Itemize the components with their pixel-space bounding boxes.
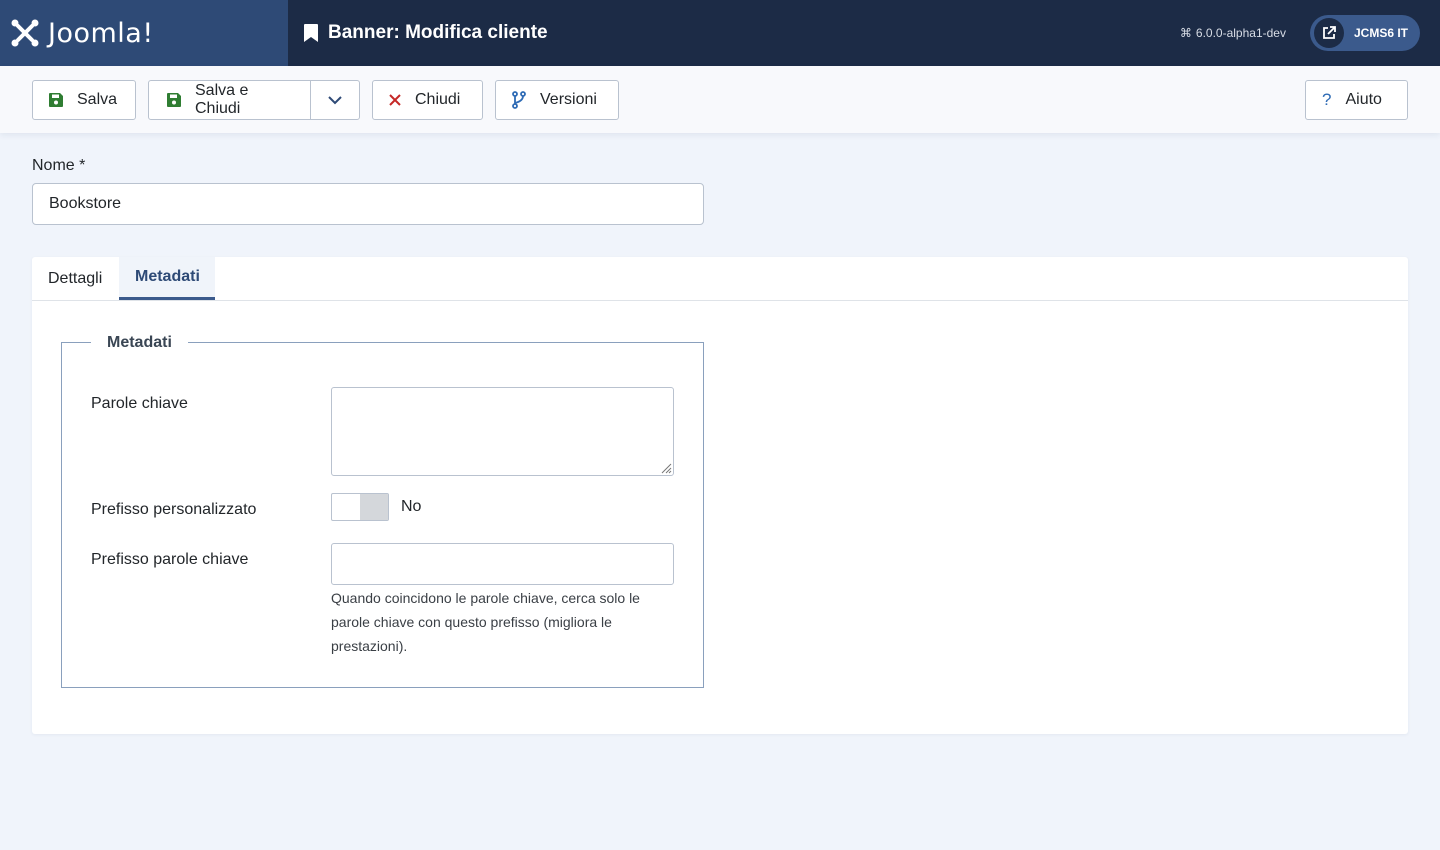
tab-metadata[interactable]: Metadati bbox=[119, 257, 215, 300]
metadata-legend: Metadati bbox=[91, 334, 188, 352]
resize-handle-icon[interactable] bbox=[661, 463, 672, 474]
save-close-group: Salva e Chiudi bbox=[148, 80, 360, 120]
name-label: Nome * bbox=[32, 157, 86, 174]
view-site-button[interactable]: JCMS6 IT bbox=[1309, 15, 1420, 51]
page-title: Banner: Modifica cliente bbox=[304, 22, 548, 44]
keyword-prefix-input[interactable] bbox=[331, 543, 674, 585]
header: Joomla! Banner: Modifica cliente ⌘ 6.0.0… bbox=[0, 0, 1440, 66]
close-icon bbox=[389, 94, 401, 106]
save-button[interactable]: Salva bbox=[32, 80, 136, 120]
save-close-label: Salva e Chiudi bbox=[195, 82, 249, 117]
tab-metadata-label: Metadati bbox=[135, 268, 200, 285]
custom-prefix-label: Prefisso personalizzato bbox=[91, 501, 257, 518]
name-input[interactable]: Bookstore bbox=[32, 183, 704, 225]
version-text: 6.0.0-alpha1-dev bbox=[1195, 26, 1286, 40]
keywords-label: Parole chiave bbox=[91, 395, 188, 412]
close-label: Chiudi bbox=[415, 91, 461, 108]
name-value: Bookstore bbox=[49, 195, 122, 212]
save-icon bbox=[49, 93, 63, 107]
custom-prefix-toggle[interactable] bbox=[331, 493, 389, 521]
save-options-dropdown[interactable] bbox=[311, 81, 359, 119]
save-close-button[interactable]: Salva e Chiudi bbox=[149, 81, 312, 119]
page-title-text: Banner: Modifica cliente bbox=[328, 22, 548, 43]
bookmark-icon bbox=[304, 24, 318, 42]
keyword-prefix-label: Prefisso parole chiave bbox=[91, 551, 249, 568]
version-info: ⌘ 6.0.0-alpha1-dev bbox=[1180, 26, 1286, 40]
tab-bar: Dettagli Metadati bbox=[32, 257, 1408, 301]
tab-details[interactable]: Dettagli bbox=[32, 257, 119, 300]
keywords-textarea[interactable] bbox=[331, 387, 674, 476]
save-label: Salva bbox=[77, 91, 118, 108]
toggle-knob bbox=[360, 494, 388, 520]
versions-button[interactable]: Versioni bbox=[495, 80, 619, 120]
keyword-prefix-help: Quando coincidono le parole chiave, cerc… bbox=[331, 590, 640, 654]
toolbar: Salva Salva e Chiudi Chiudi Versioni ? A… bbox=[0, 66, 1440, 133]
tab-panel: Dettagli Metadati Metadati Parole chiave… bbox=[32, 257, 1408, 734]
code-branch-icon bbox=[512, 91, 526, 109]
help-button[interactable]: ? Aiuto bbox=[1305, 80, 1408, 120]
save-icon bbox=[167, 93, 181, 107]
joomla-small-icon: ⌘ bbox=[1179, 26, 1192, 40]
help-label: Aiuto bbox=[1345, 91, 1382, 108]
question-icon: ? bbox=[1322, 90, 1332, 109]
close-button[interactable]: Chiudi bbox=[372, 80, 483, 120]
tab-details-label: Dettagli bbox=[48, 269, 103, 287]
site-name: JCMS6 IT bbox=[1353, 26, 1408, 40]
joomla-logo[interactable]: Joomla! bbox=[0, 0, 288, 66]
joomla-logo-icon bbox=[11, 19, 39, 47]
logo-text: Joomla! bbox=[48, 17, 154, 49]
custom-prefix-state: No bbox=[401, 498, 422, 515]
chevron-down-icon bbox=[328, 95, 342, 104]
versions-label: Versioni bbox=[540, 91, 597, 108]
external-link-icon bbox=[1313, 18, 1344, 48]
